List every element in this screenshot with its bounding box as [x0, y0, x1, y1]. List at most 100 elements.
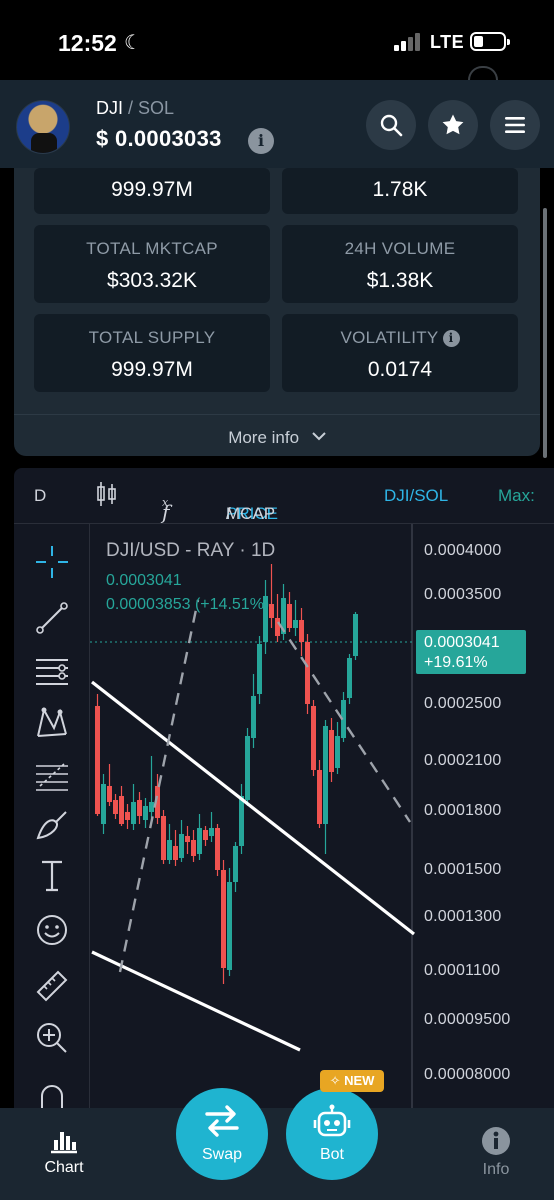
stat-label: TOTAL SUPPLY [88, 328, 216, 347]
more-info-label: More info [228, 428, 300, 447]
candle-body [287, 604, 292, 628]
drawing-tools-sidebar [14, 524, 90, 1108]
menu-button[interactable] [490, 100, 540, 150]
price-axis-tick: 0.0001500 [424, 861, 502, 878]
nav-info-label: Info [482, 1161, 510, 1178]
crosshair-icon[interactable] [34, 544, 70, 580]
token-header: DJI / SOL $ 0.0003033 i [0, 80, 554, 168]
more-info-button[interactable]: More info [14, 414, 540, 456]
candle-body [251, 696, 256, 738]
price-axis-tick: 0.0001300 [424, 908, 502, 925]
stat-volatility: VOLATILITY i 0.0174 [282, 314, 518, 392]
trendline-lower [91, 950, 301, 1052]
candle-body [197, 828, 202, 854]
price-axis-tick: 0.0001800 [424, 802, 502, 819]
candle-body [209, 828, 214, 836]
price-axis-tick: 0.0004000 [424, 542, 502, 559]
network-type: LTE [430, 32, 465, 52]
stat-value: 999.97M [111, 358, 193, 381]
nav-info[interactable]: Info [468, 1126, 524, 1179]
candle-body [125, 812, 130, 820]
fx-label: f [162, 500, 170, 524]
candle-body [239, 796, 244, 846]
candle-body [347, 658, 352, 698]
fibonacci-icon[interactable] [34, 758, 70, 794]
trend-line-icon[interactable] [34, 600, 70, 636]
candle-body [167, 840, 172, 860]
magnet-icon[interactable] [34, 1080, 70, 1108]
text-tool-icon[interactable] [34, 858, 70, 894]
indicators-fx-icon[interactable]: fx [162, 482, 169, 524]
candle-body [269, 604, 274, 618]
scroll-indicator [468, 66, 498, 80]
token-pair: DJI / SOL [96, 98, 174, 119]
max-label[interactable]: Max: [498, 486, 535, 506]
page-scrollbar[interactable] [543, 208, 547, 458]
candle-body [95, 706, 100, 814]
candle-body [161, 816, 166, 860]
candlestick-type-icon[interactable] [96, 480, 118, 513]
battery-icon [470, 32, 510, 51]
pattern-tool-icon[interactable] [34, 704, 70, 740]
price-info-icon[interactable]: i [248, 128, 274, 154]
robot-icon [313, 1104, 351, 1137]
stat-label: TOTAL MKTCAP [86, 239, 218, 258]
ruler-icon[interactable] [34, 968, 70, 1004]
candle-body [185, 836, 190, 842]
candle-body [113, 800, 118, 814]
candle-body [227, 882, 232, 970]
mcap-toggle: MCAP [226, 504, 276, 523]
nav-chart[interactable]: Chart [36, 1126, 92, 1177]
token-symbol: DJI [96, 98, 123, 118]
price-axis-tick: 0.00009500 [424, 1011, 511, 1028]
quote-symbol: SOL [138, 98, 175, 118]
stat-card: 999.97M [34, 168, 270, 214]
bottom-navigation: Chart Info [0, 1108, 554, 1200]
candle-body [221, 870, 226, 968]
stat-label: 24H VOLUME [344, 239, 456, 258]
chevron-down-icon [312, 415, 326, 457]
candle-body [329, 730, 334, 772]
brush-icon[interactable] [34, 808, 70, 844]
stat-value: $1.38K [366, 269, 434, 292]
candle-body [107, 786, 112, 802]
status-bar: 12:52 ☾ LTE [0, 0, 554, 80]
candle-body [299, 620, 304, 642]
candle-body [311, 706, 316, 770]
candle-body [203, 830, 208, 840]
volatility-info-icon[interactable]: i [442, 330, 460, 347]
favorite-button[interactable] [428, 100, 478, 150]
candle-body [191, 840, 196, 856]
dashed-channel-left [118, 599, 200, 973]
token-stats-panel: 999.97M 1.78K TOTAL MKTCAP $303.32K 24H … [14, 168, 540, 456]
last-price-tag: 0.0003041 +19.61% [416, 630, 526, 674]
new-badge-label: NEW [344, 1073, 375, 1088]
stat-24h-volume: 24H VOLUME $1.38K [282, 225, 518, 303]
stat-value: $303.32K [107, 269, 197, 292]
zoom-in-icon[interactable] [34, 1020, 70, 1056]
nav-chart-label: Chart [44, 1159, 84, 1176]
candle-body [173, 846, 178, 860]
candle-body [143, 806, 148, 820]
swap-label: Swap [201, 1146, 243, 1163]
stat-label-text: VOLATILITY [340, 328, 439, 347]
bot-button[interactable]: Bot [286, 1088, 378, 1180]
horizontal-lines-icon[interactable] [34, 654, 70, 690]
swap-button[interactable]: Swap [176, 1088, 268, 1180]
emoji-icon[interactable] [34, 912, 70, 948]
candle-body [233, 846, 238, 882]
price-axis-tick: 0.00008000 [424, 1066, 511, 1083]
candle-body [179, 834, 184, 858]
interval-selector[interactable]: D [34, 486, 46, 506]
token-avatar[interactable] [16, 100, 70, 154]
chart-legend-price: 0.0003041 [106, 572, 182, 589]
stat-total-mktcap: TOTAL MKTCAP $303.32K [34, 225, 270, 303]
stat-value: 999.97M [111, 178, 193, 201]
candle-body [131, 802, 136, 824]
pair-toggle[interactable]: DJI/SOL [384, 486, 448, 506]
candle-body [119, 796, 124, 824]
search-button[interactable] [366, 100, 416, 150]
clock: 12:52 [58, 30, 117, 56]
star-icon [442, 114, 464, 135]
price-chart-panel: D fx PRICE / MCAP DJI/SOL Max: DJI/USD -… [14, 468, 554, 1108]
